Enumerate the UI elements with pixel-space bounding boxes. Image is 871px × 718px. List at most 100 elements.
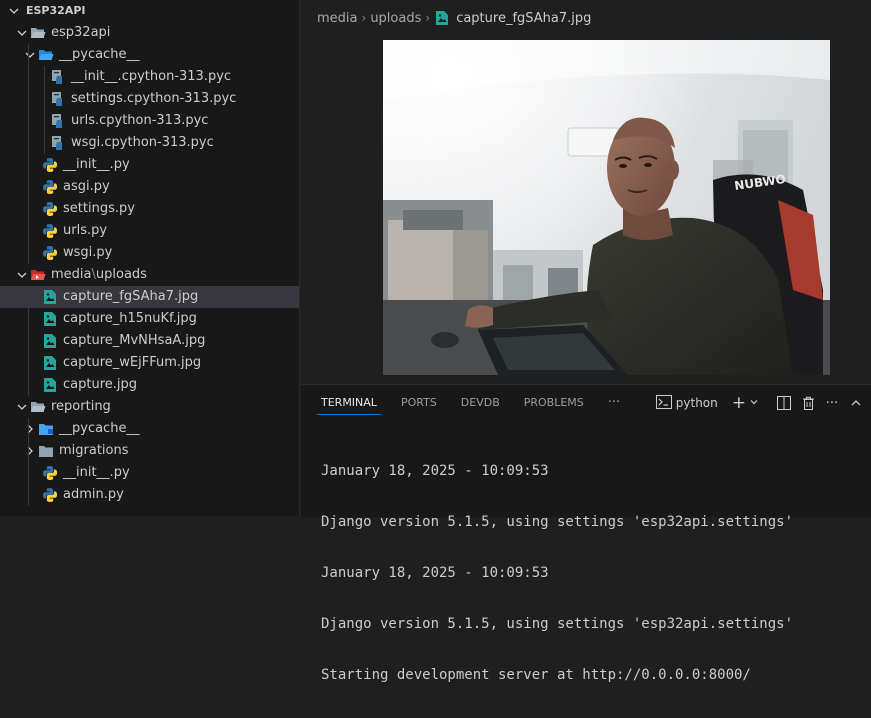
tree-label-uploads: uploads xyxy=(95,267,147,282)
tree-file-urls-py[interactable]: urls.py xyxy=(0,220,299,242)
image-viewer: NUBWO xyxy=(301,36,871,382)
tree-file-capture-h15nuKf[interactable]: capture_h15nuKf.jpg xyxy=(0,308,299,330)
tab-devdb[interactable]: DEVDB xyxy=(449,385,512,421)
tree-file-asgi-py[interactable]: asgi.py xyxy=(0,176,299,198)
tab-terminal[interactable]: TERMINAL xyxy=(309,385,389,421)
tree-label: admin.py xyxy=(63,487,124,502)
breadcrumb-uploads[interactable]: uploads xyxy=(370,11,421,26)
tree-label: reporting xyxy=(51,399,111,414)
tree-label: __init__.py xyxy=(63,465,130,480)
chevron-up-icon[interactable] xyxy=(847,392,865,414)
tree-file-wsgi-pyc[interactable]: wsgi.cpython-313.pyc xyxy=(0,132,299,154)
new-terminal-button[interactable]: + xyxy=(732,392,759,414)
terminal-line: January 18, 2025 - 10:09:53 xyxy=(321,463,549,479)
terminal-line: Django version 5.1.5, using settings 'es… xyxy=(321,616,794,632)
python-file-icon xyxy=(42,179,58,195)
python-file-icon xyxy=(42,223,58,239)
tab-problems[interactable]: PROBLEMS xyxy=(512,385,596,421)
tree-file-capture[interactable]: capture.jpg xyxy=(0,374,299,396)
tree-folder-esp32api[interactable]: esp32api xyxy=(0,22,299,44)
tree-file-admin-py[interactable]: admin.py xyxy=(0,484,299,506)
chevron-down-icon xyxy=(14,399,30,415)
tree-label: __init__.py xyxy=(63,157,130,172)
tree-file-settings-py[interactable]: settings.py xyxy=(0,198,299,220)
breadcrumb-media[interactable]: media xyxy=(317,11,358,26)
tree-label: capture_MvNHsaA.jpg xyxy=(63,333,206,348)
tree-file-settings-pyc[interactable]: settings.cpython-313.pyc xyxy=(0,88,299,110)
folder-cache-icon xyxy=(38,421,54,437)
python-file-icon xyxy=(42,245,58,261)
editor-area: media › uploads › capture_fgSAha7.jpg NU… xyxy=(301,0,871,683)
tree-label: wsgi.cpython-313.pyc xyxy=(71,135,214,150)
trash-icon[interactable] xyxy=(799,392,817,414)
tree-label: capture.jpg xyxy=(63,377,138,392)
tree-file-reporting-init-py[interactable]: __init__.py xyxy=(0,462,299,484)
tree-label: settings.cpython-313.pyc xyxy=(71,91,237,106)
tree-file-capture-MvNHsaA[interactable]: capture_MvNHsaA.jpg xyxy=(0,330,299,352)
python-compiled-file-icon xyxy=(50,69,66,85)
terminal-line: Starting development server at http://0.… xyxy=(321,667,751,683)
tree-label: migrations xyxy=(59,443,129,458)
image-file-icon xyxy=(42,289,58,305)
python-file-icon xyxy=(42,201,58,217)
bottom-panel: TERMINAL PORTS DEVDB PROBLEMS ··· python… xyxy=(301,384,871,683)
chevron-right-icon: › xyxy=(361,11,367,25)
tab-ports[interactable]: PORTS xyxy=(389,385,449,421)
chevron-right-icon: › xyxy=(425,11,431,25)
tree-folder-pycache[interactable]: __pycache__ xyxy=(0,44,299,66)
breadcrumb-file[interactable]: capture_fgSAha7.jpg xyxy=(456,11,591,26)
chevron-down-icon xyxy=(749,396,759,410)
explorer-root-label: ESP32API xyxy=(26,4,86,17)
tree-folder-media-uploads[interactable]: media \ uploads xyxy=(0,264,299,286)
folder-open-icon xyxy=(30,25,46,41)
python-compiled-file-icon xyxy=(50,113,66,129)
image-file-icon xyxy=(434,10,450,26)
more-actions-icon[interactable]: ··· xyxy=(823,392,841,414)
tree-file-wsgi-py[interactable]: wsgi.py xyxy=(0,242,299,264)
split-terminal-icon[interactable] xyxy=(775,392,793,414)
image-file-icon xyxy=(42,333,58,349)
tree-label-media: media xyxy=(51,267,92,282)
python-compiled-file-icon xyxy=(50,135,66,151)
tree-label: settings.py xyxy=(63,201,135,216)
image-file-icon xyxy=(42,311,58,327)
tree-file-urls-pyc[interactable]: urls.cpython-313.pyc xyxy=(0,110,299,132)
breadcrumb: media › uploads › capture_fgSAha7.jpg xyxy=(301,0,871,36)
python-file-icon xyxy=(42,157,58,173)
terminal-icon xyxy=(655,394,672,412)
explorer-sidebar: ESP32API esp32api __pycache__ __init__.c… xyxy=(0,0,300,516)
python-file-icon xyxy=(42,465,58,481)
terminal-line: Django version 5.1.5, using settings 'es… xyxy=(321,514,794,530)
tree-label: capture_fgSAha7.jpg xyxy=(63,289,199,304)
tree-label: urls.cpython-313.pyc xyxy=(71,113,209,128)
tree-label: asgi.py xyxy=(63,179,110,194)
tree-label: __init__.cpython-313.pyc xyxy=(71,69,232,84)
panel-actions: python + ··· xyxy=(655,385,871,421)
python-file-icon xyxy=(42,487,58,503)
tree-label: __pycache__ xyxy=(59,421,140,436)
image-file-icon xyxy=(42,377,58,393)
tree-folder-reporting-pycache[interactable]: __pycache__ xyxy=(0,418,299,440)
tree-file-init-pyc[interactable]: __init__.cpython-313.pyc xyxy=(0,66,299,88)
plus-icon: + xyxy=(731,393,746,413)
explorer-root-header[interactable]: ESP32API xyxy=(0,0,299,22)
tree-label: __pycache__ xyxy=(59,47,140,62)
chevron-down-icon xyxy=(14,267,30,283)
tree-file-capture-wEjFFum[interactable]: capture_wEjFFum.jpg xyxy=(0,352,299,374)
tree-folder-migrations[interactable]: migrations xyxy=(0,440,299,462)
terminal-line: January 18, 2025 - 10:09:53 xyxy=(321,565,549,581)
terminal-profile[interactable]: python xyxy=(655,392,718,414)
tree-label: capture_h15nuKf.jpg xyxy=(63,311,197,326)
folder-icon xyxy=(38,443,54,459)
image-file-icon xyxy=(42,355,58,371)
chevron-down-icon xyxy=(6,3,22,19)
folder-media-open-icon xyxy=(30,267,46,283)
chevron-down-icon xyxy=(14,25,30,41)
webcam-capture-image: NUBWO xyxy=(383,40,830,375)
tree-file-init-py[interactable]: __init__.py xyxy=(0,154,299,176)
tree-folder-reporting[interactable]: reporting xyxy=(0,396,299,418)
terminal-output[interactable]: January 18, 2025 - 10:09:53 Django versi… xyxy=(321,429,871,718)
more-tabs-button[interactable]: ··· xyxy=(596,385,632,421)
tree-label: esp32api xyxy=(51,25,111,40)
tree-file-capture-fgSAha7[interactable]: capture_fgSAha7.jpg xyxy=(0,286,299,308)
